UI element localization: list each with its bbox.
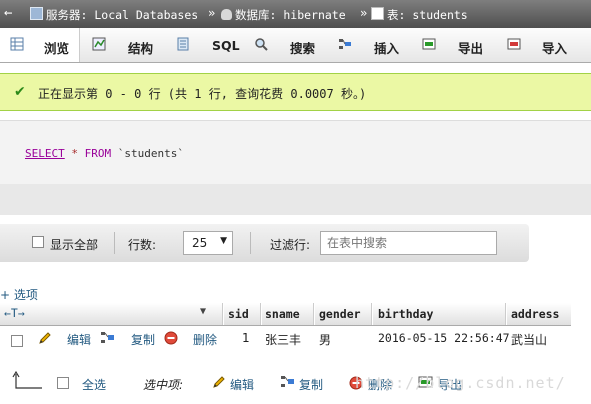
tab-insert-label: 插入	[374, 41, 400, 56]
tab-insert[interactable]: 插入	[322, 28, 406, 62]
cell-gender[interactable]: 男	[319, 331, 331, 348]
server-icon	[30, 7, 43, 20]
divider	[250, 232, 251, 254]
breadcrumb-database[interactable]: 数据库: hibernate	[221, 7, 346, 23]
row-checkbox[interactable]	[11, 335, 23, 347]
breadcrumb-separator: »	[360, 6, 368, 20]
bulk-edit-button[interactable]: 编辑	[230, 376, 254, 393]
breadcrumb-table[interactable]: 表: students	[371, 7, 468, 23]
arrow-up-icon	[12, 370, 44, 395]
row-copy-link[interactable]: 复制	[131, 331, 155, 348]
success-message-text: 正在显示第 0 - 0 行 (共 1 行, 查询花费 0.0007 秒。)	[38, 87, 367, 101]
tab-structure[interactable]: 结构	[80, 28, 162, 62]
pencil-icon[interactable]	[211, 374, 227, 393]
column-separator	[505, 303, 507, 325]
tab-search[interactable]: 搜索	[242, 28, 322, 62]
chevron-down-icon: ▼	[220, 236, 227, 246]
tab-sql[interactable]: SQL	[162, 28, 242, 62]
breadcrumb-server[interactable]: 服务器: Local Databases	[30, 7, 198, 23]
select-all-label[interactable]: 全选	[82, 376, 106, 393]
rows-select-value: 25	[192, 236, 208, 250]
row-delete-link[interactable]: 删除	[193, 331, 217, 348]
filter-rows-input[interactable]	[320, 231, 497, 255]
insert-icon	[338, 37, 352, 51]
filter-rows-label: 过滤行:	[270, 238, 311, 252]
tab-export[interactable]: 导出	[406, 28, 489, 62]
breadcrumb-separator: »	[208, 6, 216, 20]
sql-table-name: `students`	[117, 147, 184, 160]
rows-label: 行数:	[128, 238, 157, 252]
with-selected-label: 选中项:	[143, 378, 184, 392]
table-icon	[371, 7, 384, 20]
column-header-gender[interactable]: gender	[319, 307, 361, 321]
sort-dropdown-icon[interactable]: ▼	[200, 306, 206, 317]
checkmark-icon: ✔	[14, 84, 26, 100]
delete-icon[interactable]	[164, 331, 178, 348]
divider	[114, 232, 115, 254]
show-all-label: 显示全部	[50, 238, 99, 252]
table-header: ←T→ ▼ sid sname gender birthday address	[0, 303, 571, 326]
search-icon	[254, 37, 268, 51]
breadcrumb: ← 服务器: Local Databases » 数据库: hibernate …	[0, 0, 591, 28]
sql-icon	[176, 37, 190, 51]
column-header-address[interactable]: address	[511, 307, 559, 321]
cell-sname[interactable]: 张三丰	[265, 331, 301, 348]
table-icon	[10, 37, 24, 51]
sql-keyword-select[interactable]: SELECT	[25, 147, 65, 160]
column-separator	[313, 303, 315, 325]
tab-structure-label: 结构	[128, 41, 154, 56]
navigation-bar: 显示全部 行数: 25 ▼ 过滤行:	[0, 224, 529, 262]
tab-browse-label: 浏览	[44, 41, 70, 56]
column-resize-arrows-icon[interactable]: ←T→	[4, 306, 25, 320]
sql-star: *	[71, 147, 78, 160]
bulk-copy-button[interactable]: 复制	[299, 376, 323, 393]
database-icon	[221, 9, 232, 20]
column-header-sname[interactable]: sname	[265, 307, 300, 321]
column-header-sid[interactable]: sid	[228, 307, 249, 321]
column-separator	[371, 303, 373, 325]
copy-icon[interactable]	[280, 374, 296, 393]
import-icon	[507, 37, 521, 51]
cell-birthday[interactable]: 2016-05-15 22:56:47	[378, 331, 510, 345]
sql-query-panel: SELECT * FROM `students`	[0, 121, 591, 184]
row-edit-link[interactable]: 编辑	[67, 331, 91, 348]
tab-bar: 浏览 结构 SQL 搜索 插入 导出 导入	[0, 28, 591, 63]
cell-sid[interactable]: 1	[242, 331, 250, 345]
structure-icon	[92, 37, 106, 51]
sql-query-box: SELECT * FROM `students`	[0, 120, 591, 215]
back-arrow-icon[interactable]: ←	[4, 5, 12, 21]
success-message: ✔ 正在显示第 0 - 0 行 (共 1 行, 查询花费 0.0007 秒。)	[0, 73, 591, 111]
column-separator	[260, 303, 262, 325]
cell-address[interactable]: 武当山	[511, 331, 547, 348]
rows-select[interactable]: 25 ▼	[183, 231, 233, 255]
column-header-birthday[interactable]: birthday	[378, 307, 433, 321]
table-row: 编辑 复制 删除 1 张三丰 男 2016-05-15 22:56:47 武当山	[0, 326, 571, 352]
copy-icon[interactable]	[100, 330, 116, 349]
tab-search-label: 搜索	[290, 41, 316, 56]
column-separator	[222, 303, 224, 325]
show-all-checkbox[interactable]	[32, 236, 44, 248]
export-icon	[422, 37, 436, 51]
options-link[interactable]: + 选项	[0, 286, 38, 303]
tab-export-label: 导出	[458, 41, 484, 56]
select-all-checkbox[interactable]	[57, 377, 69, 389]
sql-query-text[interactable]: SELECT * FROM `students`	[25, 147, 184, 160]
tab-sql-label: SQL	[212, 38, 240, 53]
tab-import[interactable]: 导入	[489, 28, 574, 62]
tab-import-label: 导入	[542, 41, 568, 56]
watermark: http://blog.csdn.net/	[355, 374, 566, 392]
tab-browse[interactable]: 浏览	[0, 28, 80, 62]
sql-keyword-from: FROM	[84, 147, 112, 160]
pencil-icon[interactable]	[37, 330, 53, 349]
